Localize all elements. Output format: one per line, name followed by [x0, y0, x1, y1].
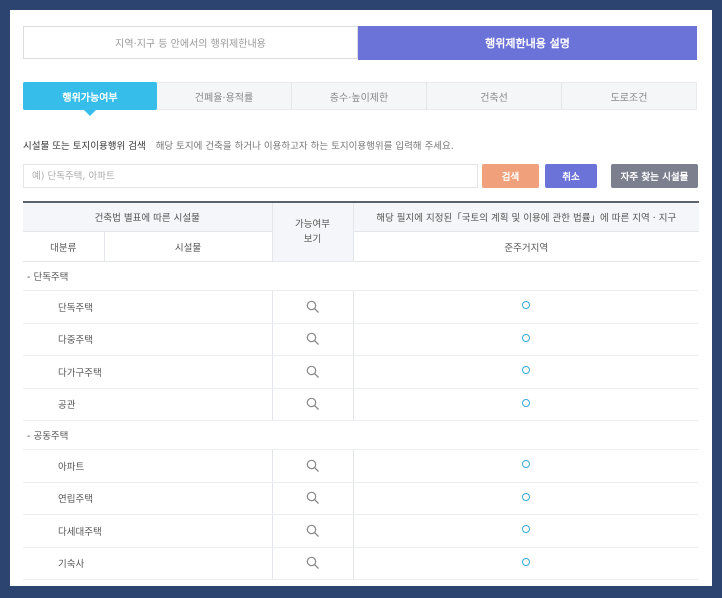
facility-header: 시설물 — [104, 231, 273, 262]
magnifier-icon[interactable] — [306, 300, 320, 314]
facility-name: 단독주택 — [23, 290, 273, 324]
circle-icon — [522, 525, 531, 534]
circle-icon — [522, 557, 531, 566]
table-row: 다중주택 — [23, 323, 700, 356]
facility-name: 아파트 — [23, 449, 273, 483]
allowed-cell — [353, 449, 700, 483]
magnifier-icon[interactable] — [306, 524, 320, 538]
group-row: - 공동주택 — [23, 420, 700, 450]
tab-coverage-ratio[interactable]: 건폐율·용적률 — [157, 83, 292, 109]
magnifier-icon[interactable] — [306, 332, 320, 346]
table-body: - 단독주택 단독주택 다중주택 다가구주택 공관 - 공동주택 아파트 연립주… — [23, 261, 700, 580]
tab-height-limit[interactable]: 층수·높이제한 — [292, 83, 427, 109]
view-cell — [271, 290, 354, 324]
group-row: - 단독주택 — [23, 261, 700, 291]
magnifier-icon[interactable] — [306, 491, 320, 505]
table-row: 단독주택 — [23, 290, 700, 324]
facility-name: 공관 — [23, 388, 273, 421]
tab-possibility[interactable]: 행위가능여부 — [23, 82, 157, 116]
search-button[interactable]: 검색 — [482, 164, 539, 188]
facility-name: 다가구주택 — [23, 355, 273, 389]
circle-icon — [522, 301, 531, 310]
restriction-table: 건축법 별표에 따른 시설물 가능여부 보기 해당 필지에 지정된「국토의 계획… — [23, 201, 700, 580]
zone-description-header: 해당 필지에 지정된「국토의 계획 및 이용에 관한 법률」에 따른 지역 · … — [353, 201, 700, 232]
allowed-cell — [353, 547, 700, 580]
allowed-cell — [353, 388, 700, 421]
view-cell — [271, 388, 354, 421]
circle-icon — [522, 366, 531, 375]
main-panel: 지역·지구 등 안에서의 행위제한내용 행위제한내용 설명 행위가능여부 건폐율… — [10, 10, 712, 586]
view-cell — [271, 355, 354, 389]
table-row: 기숙사 — [23, 547, 700, 580]
magnifier-icon[interactable] — [306, 556, 320, 570]
possible-view-header: 가능여부 보기 — [272, 201, 354, 262]
view-toggle: 지역·지구 등 안에서의 행위제한내용 행위제한내용 설명 — [23, 26, 697, 60]
restriction-content-toggle[interactable]: 지역·지구 등 안에서의 행위제한내용 — [23, 26, 358, 59]
circle-icon — [522, 333, 531, 342]
facility-name: 연립주택 — [23, 482, 273, 515]
table-row: 공관 — [23, 388, 700, 421]
view-cell — [271, 449, 354, 483]
tab-bar: 행위가능여부 건폐율·용적률 층수·높이제한 건축선 도로조건 — [23, 82, 697, 116]
magnifier-icon[interactable] — [306, 459, 320, 473]
zone-header: 준주거지역 — [353, 231, 700, 262]
possible-view-label: 가능여부 보기 — [295, 219, 330, 245]
allowed-cell — [353, 323, 700, 356]
magnifier-icon[interactable] — [306, 365, 320, 379]
table-row: 연립주택 — [23, 482, 700, 515]
cancel-button[interactable]: 취소 — [545, 164, 597, 188]
tab-building-line[interactable]: 건축선 — [427, 83, 562, 109]
tab-road-condition[interactable]: 도로조건 — [562, 83, 696, 109]
magnifier-icon[interactable] — [306, 397, 320, 411]
circle-icon — [522, 460, 531, 469]
table-row: 다가구주택 — [23, 355, 700, 389]
facility-name: 다세대주택 — [23, 514, 273, 548]
group-label: - 단독주택 — [23, 261, 700, 291]
building-law-header: 건축법 별표에 따른 시설물 — [23, 201, 273, 232]
view-cell — [271, 482, 354, 515]
allowed-cell — [353, 290, 700, 324]
category-header: 대분류 — [23, 231, 105, 262]
table-row: 다세대주택 — [23, 514, 700, 548]
circle-icon — [522, 492, 531, 501]
search-hint: 해당 토지에 건축을 하거나 이용하고자 하는 토지이용행위를 입력해 주세요. — [155, 141, 454, 152]
group-label: - 공동주택 — [23, 420, 700, 450]
allowed-cell — [353, 355, 700, 389]
view-cell — [271, 323, 354, 356]
search-input[interactable] — [23, 164, 478, 188]
table-row: 아파트 — [23, 449, 700, 483]
search-label: 시설물 또는 토지이용행위 검색 — [23, 141, 146, 152]
frequent-facilities-button[interactable]: 자주 찾는 시설물 — [611, 164, 698, 188]
view-cell — [271, 547, 354, 580]
allowed-cell — [353, 514, 700, 548]
view-cell — [271, 514, 354, 548]
facility-name: 다중주택 — [23, 323, 273, 356]
allowed-cell — [353, 482, 700, 515]
circle-icon — [522, 398, 531, 407]
restriction-description-toggle[interactable]: 행위제한내용 설명 — [358, 26, 697, 60]
facility-name: 기숙사 — [23, 547, 273, 580]
search-description: 시설물 또는 토지이용행위 검색 해당 토지에 건축을 하거나 이용하고자 하는 … — [23, 138, 454, 152]
